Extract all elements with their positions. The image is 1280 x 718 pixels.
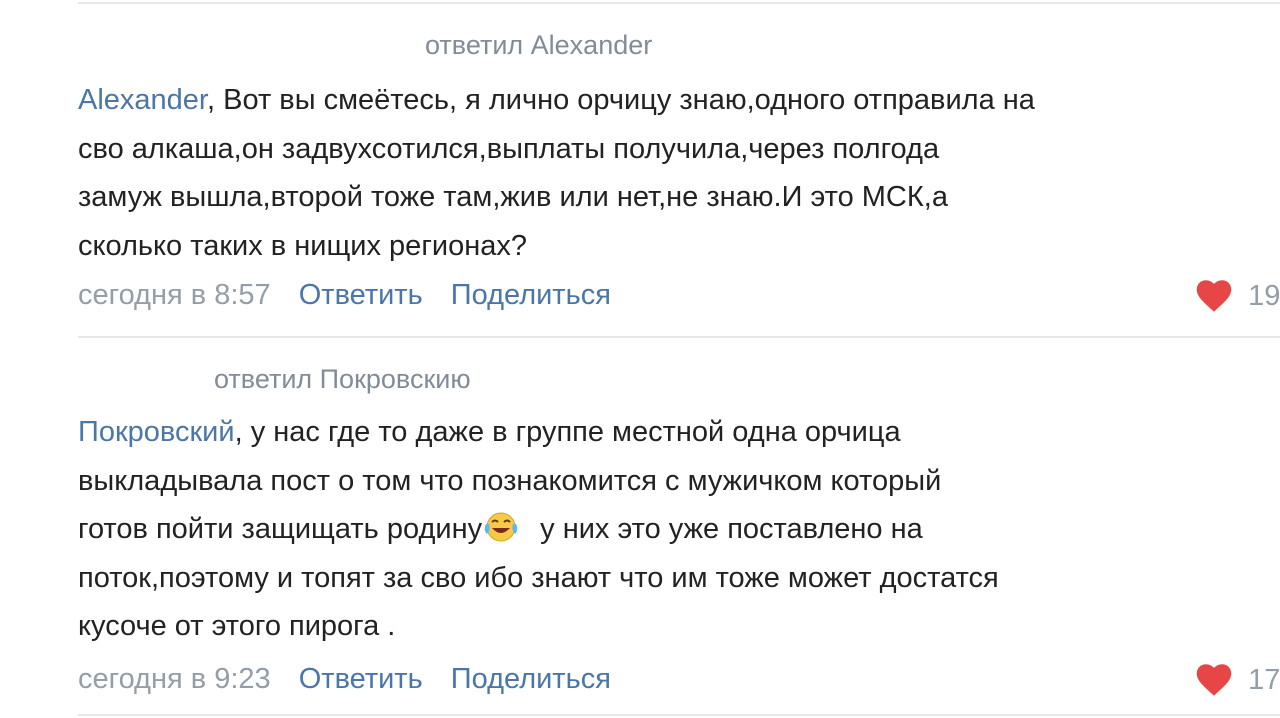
comment-body: Покровский, у нас где то даже в группе м… xyxy=(78,408,1270,651)
comment-line: сво алкаша,он задвухсотился,выплаты полу… xyxy=(78,132,940,165)
like-button[interactable]: 17 xyxy=(1196,663,1280,697)
comment-line-text: готов пойти защищать родину xyxy=(78,513,483,545)
comment-footer: сегодня в 8:57 Ответить Поделиться 19 xyxy=(78,279,1280,319)
comment-line-text: у них это уже поставлено на xyxy=(532,513,923,545)
face-with-tears-of-joy-icon xyxy=(484,512,518,542)
mention-link[interactable]: Покровский xyxy=(78,416,235,448)
comment-timestamp[interactable]: сегодня в 8:57 xyxy=(78,279,271,311)
reply-button[interactable]: Ответить xyxy=(299,663,423,695)
reply-to-label[interactable]: ответил Покровскию xyxy=(214,364,471,395)
comment-line: сколько таких в нищих регионах? xyxy=(78,229,527,262)
comment-line: готов пойти защищать родину у них это уж… xyxy=(78,505,1270,554)
comment-line: замуж вышла,второй тоже там,жив или нет,… xyxy=(78,181,948,213)
comment-divider xyxy=(78,336,1280,338)
share-button[interactable]: Поделиться xyxy=(451,663,611,695)
share-button[interactable]: Поделиться xyxy=(451,279,611,311)
comment-line: поток,поэтому и топят за сво ибо знают ч… xyxy=(78,561,999,594)
comment-body: Alexander, Вот вы смеётесь, я лично орчи… xyxy=(78,76,1270,270)
comment-line-text: , Вот вы смеётесь, я лично орчицу знаю,о… xyxy=(207,84,1035,116)
comment-line: кусоче от этого пирога . xyxy=(78,610,396,642)
reply-to-label[interactable]: ответил Alexander xyxy=(425,30,652,61)
comment-line: Alexander, Вот вы смеётесь, я лично орчи… xyxy=(78,76,1270,125)
heart-icon xyxy=(1196,280,1232,312)
top-divider xyxy=(78,2,1280,4)
comment-line: Покровский, у нас где то даже в группе м… xyxy=(78,408,1270,457)
comment-line: выкладывала пост о том что познакомится … xyxy=(78,464,942,497)
like-count: 19 xyxy=(1248,280,1280,312)
mention-link[interactable]: Alexander xyxy=(78,84,207,116)
like-count: 17 xyxy=(1248,664,1280,696)
heart-icon xyxy=(1196,664,1232,696)
comment-footer: сегодня в 9:23 Ответить Поделиться 17 xyxy=(78,663,1280,703)
reply-button[interactable]: Ответить xyxy=(299,279,423,311)
like-button[interactable]: 19 xyxy=(1196,279,1280,313)
comment-line-text: , у нас где то даже в группе местной одн… xyxy=(234,416,901,448)
comment-timestamp[interactable]: сегодня в 9:23 xyxy=(78,663,271,695)
bottom-divider xyxy=(78,714,1280,716)
